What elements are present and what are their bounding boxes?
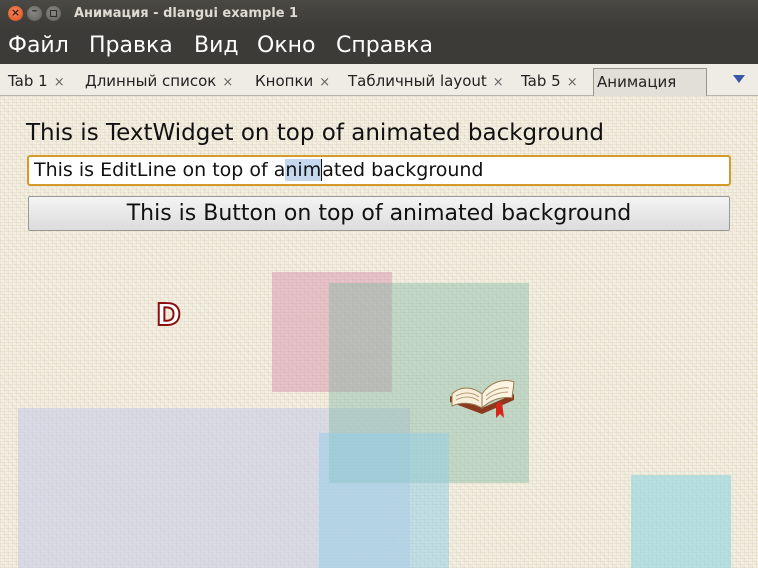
tab-animation[interactable]: Анимация	[593, 68, 707, 96]
minimize-window-button[interactable]: –	[27, 5, 42, 21]
menu-bar: Файл Правка Вид Окно Справка	[0, 28, 758, 64]
close-icon[interactable]: ×	[493, 75, 504, 90]
tab-label: Tab 1	[8, 72, 48, 90]
menu-window[interactable]: Окно	[257, 32, 315, 60]
tab-long-list[interactable]: Длинный список ×	[85, 68, 233, 95]
menu-view[interactable]: Вид	[194, 32, 239, 60]
tab-tab1[interactable]: Tab 1 ×	[8, 68, 65, 95]
d-logo-icon: D	[155, 297, 182, 334]
tab-bar: Tab 1 × Длинный список × Кнопки × Табличный…	[0, 64, 758, 96]
book-icon	[450, 380, 515, 418]
edit-text-after: ated background	[322, 159, 484, 181]
title-bar: × – Анимация - dlangui example 1	[0, 0, 758, 28]
cyan-square	[631, 475, 731, 568]
tab-table-layout[interactable]: Табличный layout ×	[348, 68, 504, 95]
maximize-window-button[interactable]	[46, 6, 61, 21]
edit-text-selection: nim	[285, 159, 322, 181]
tab-label: Табличный layout	[348, 72, 487, 90]
tab-label: Tab 5	[521, 72, 561, 90]
window-title: Анимация - dlangui example 1	[74, 6, 299, 21]
tab-label: Анимация	[597, 73, 677, 91]
tab-buttons[interactable]: Кнопки ×	[255, 68, 330, 95]
close-icon[interactable]: ×	[54, 75, 65, 90]
close-window-button[interactable]: ×	[8, 6, 23, 21]
close-icon[interactable]: ×	[222, 75, 233, 90]
menu-help[interactable]: Справка	[336, 32, 433, 60]
edit-line-input[interactable]: This is EditLine on top of animated back…	[27, 155, 731, 186]
main-button[interactable]: This is Button on top of animated backgr…	[28, 196, 730, 231]
tab-tab5[interactable]: Tab 5 ×	[521, 68, 578, 95]
text-widget: This is TextWidget on top of animated ba…	[26, 120, 604, 146]
tab-list-dropdown-icon[interactable]	[733, 75, 745, 83]
light-blue-square	[319, 433, 449, 568]
tab-label: Длинный список	[85, 72, 217, 90]
menu-edit[interactable]: Правка	[89, 32, 173, 60]
tab-label: Кнопки	[255, 72, 314, 90]
close-icon[interactable]: ×	[319, 75, 330, 90]
edit-text-before: This is EditLine on top of a	[34, 159, 286, 181]
menu-file[interactable]: Файл	[8, 32, 69, 60]
close-icon[interactable]: ×	[567, 75, 578, 90]
animation-panel: D This is TextWidget on top of animated …	[0, 96, 758, 568]
